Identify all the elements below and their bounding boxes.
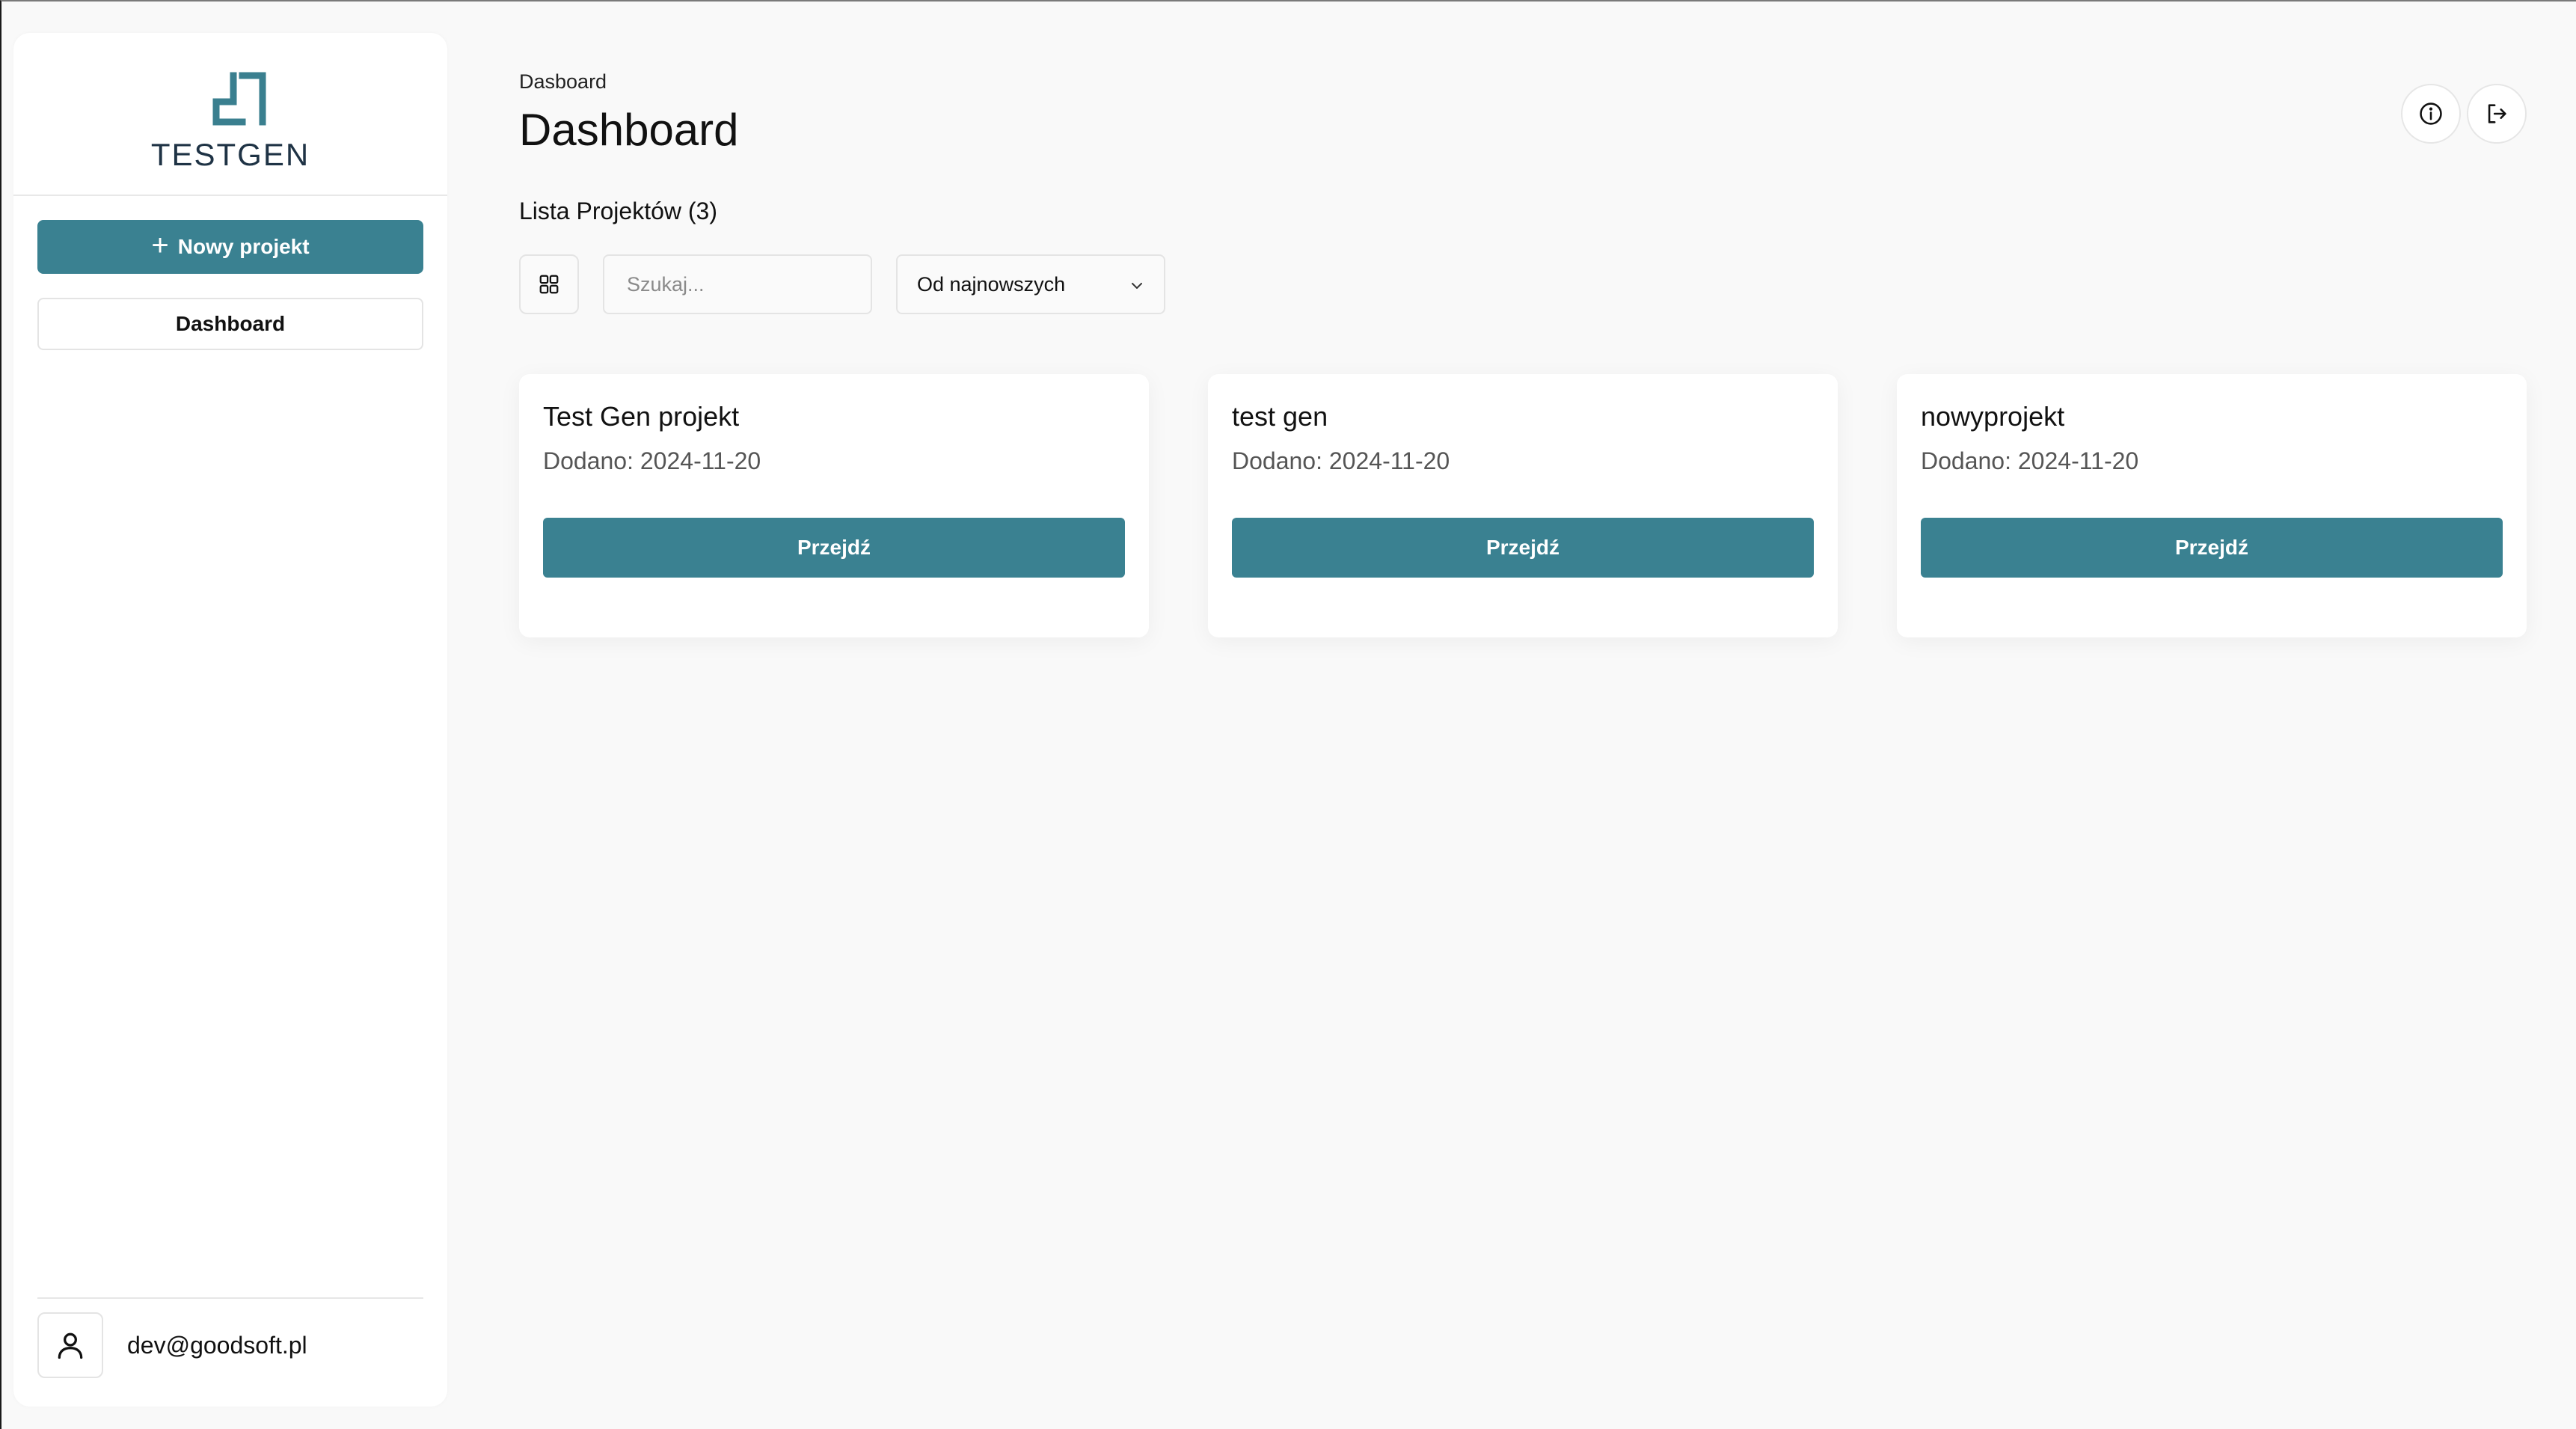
project-name: Test Gen projekt: [543, 401, 740, 432]
info-icon: [2420, 102, 2442, 125]
info-button[interactable]: [2401, 84, 2461, 144]
sidebar-item-label: Dashboard: [175, 312, 286, 335]
project-name: nowyprojekt: [1921, 401, 2065, 432]
logo-area: TESTGEN: [13, 33, 447, 196]
project-name: test gen: [1232, 401, 1328, 432]
project-date: Dodano: 2024-11-20: [543, 447, 761, 474]
plus-icon: +: [151, 229, 169, 262]
user-email: dev@goodsoft.pl: [127, 1332, 307, 1359]
page-title: Dashboard: [519, 105, 739, 155]
user-profile: dev@goodsoft.pl: [37, 1297, 423, 1378]
testgen-logo-mark-icon: [212, 72, 266, 126]
app-window: TESTGEN + Nowy projekt Dashboard dev@goo…: [0, 0, 2576, 1429]
project-date: Dodano: 2024-11-20: [1921, 447, 2139, 474]
new-project-label: Nowy projekt: [177, 235, 310, 258]
breadcrumb[interactable]: Dasboard: [519, 70, 607, 94]
logout-button[interactable]: [2467, 84, 2527, 144]
grid-view-toggle[interactable]: [519, 254, 579, 314]
projects-list-title: Lista Projektów (3): [519, 198, 717, 224]
avatar[interactable]: [37, 1312, 103, 1378]
logo-text: TESTGEN: [150, 137, 310, 172]
chevron-down-icon: [1132, 283, 1142, 289]
sidebar-item-dashboard[interactable]: Dashboard: [37, 298, 423, 350]
open-project-button[interactable]: Przejdź: [1232, 518, 1814, 578]
logout-icon: [2488, 104, 2506, 123]
sort-selected-value: Od najnowszych: [917, 272, 1066, 296]
project-card: nowyprojekt Dodano: 2024-11-20 Przejdź: [1897, 374, 2527, 637]
project-date: Dodano: 2024-11-20: [1232, 447, 1450, 474]
open-project-button[interactable]: Przejdź: [1921, 518, 2503, 578]
sort-select[interactable]: Od najnowszych: [896, 254, 1165, 314]
project-card: Test Gen projekt Dodano: 2024-11-20 Prze…: [519, 374, 1149, 637]
grid-icon: [539, 275, 559, 294]
project-card: test gen Dodano: 2024-11-20 Przejdź: [1208, 374, 1838, 637]
search-input[interactable]: [603, 254, 872, 314]
sidebar: TESTGEN + Nowy projekt Dashboard dev@goo…: [13, 33, 447, 1407]
new-project-button[interactable]: + Nowy projekt: [37, 220, 423, 274]
open-project-button[interactable]: Przejdź: [543, 518, 1125, 578]
user-icon: [58, 1332, 83, 1359]
